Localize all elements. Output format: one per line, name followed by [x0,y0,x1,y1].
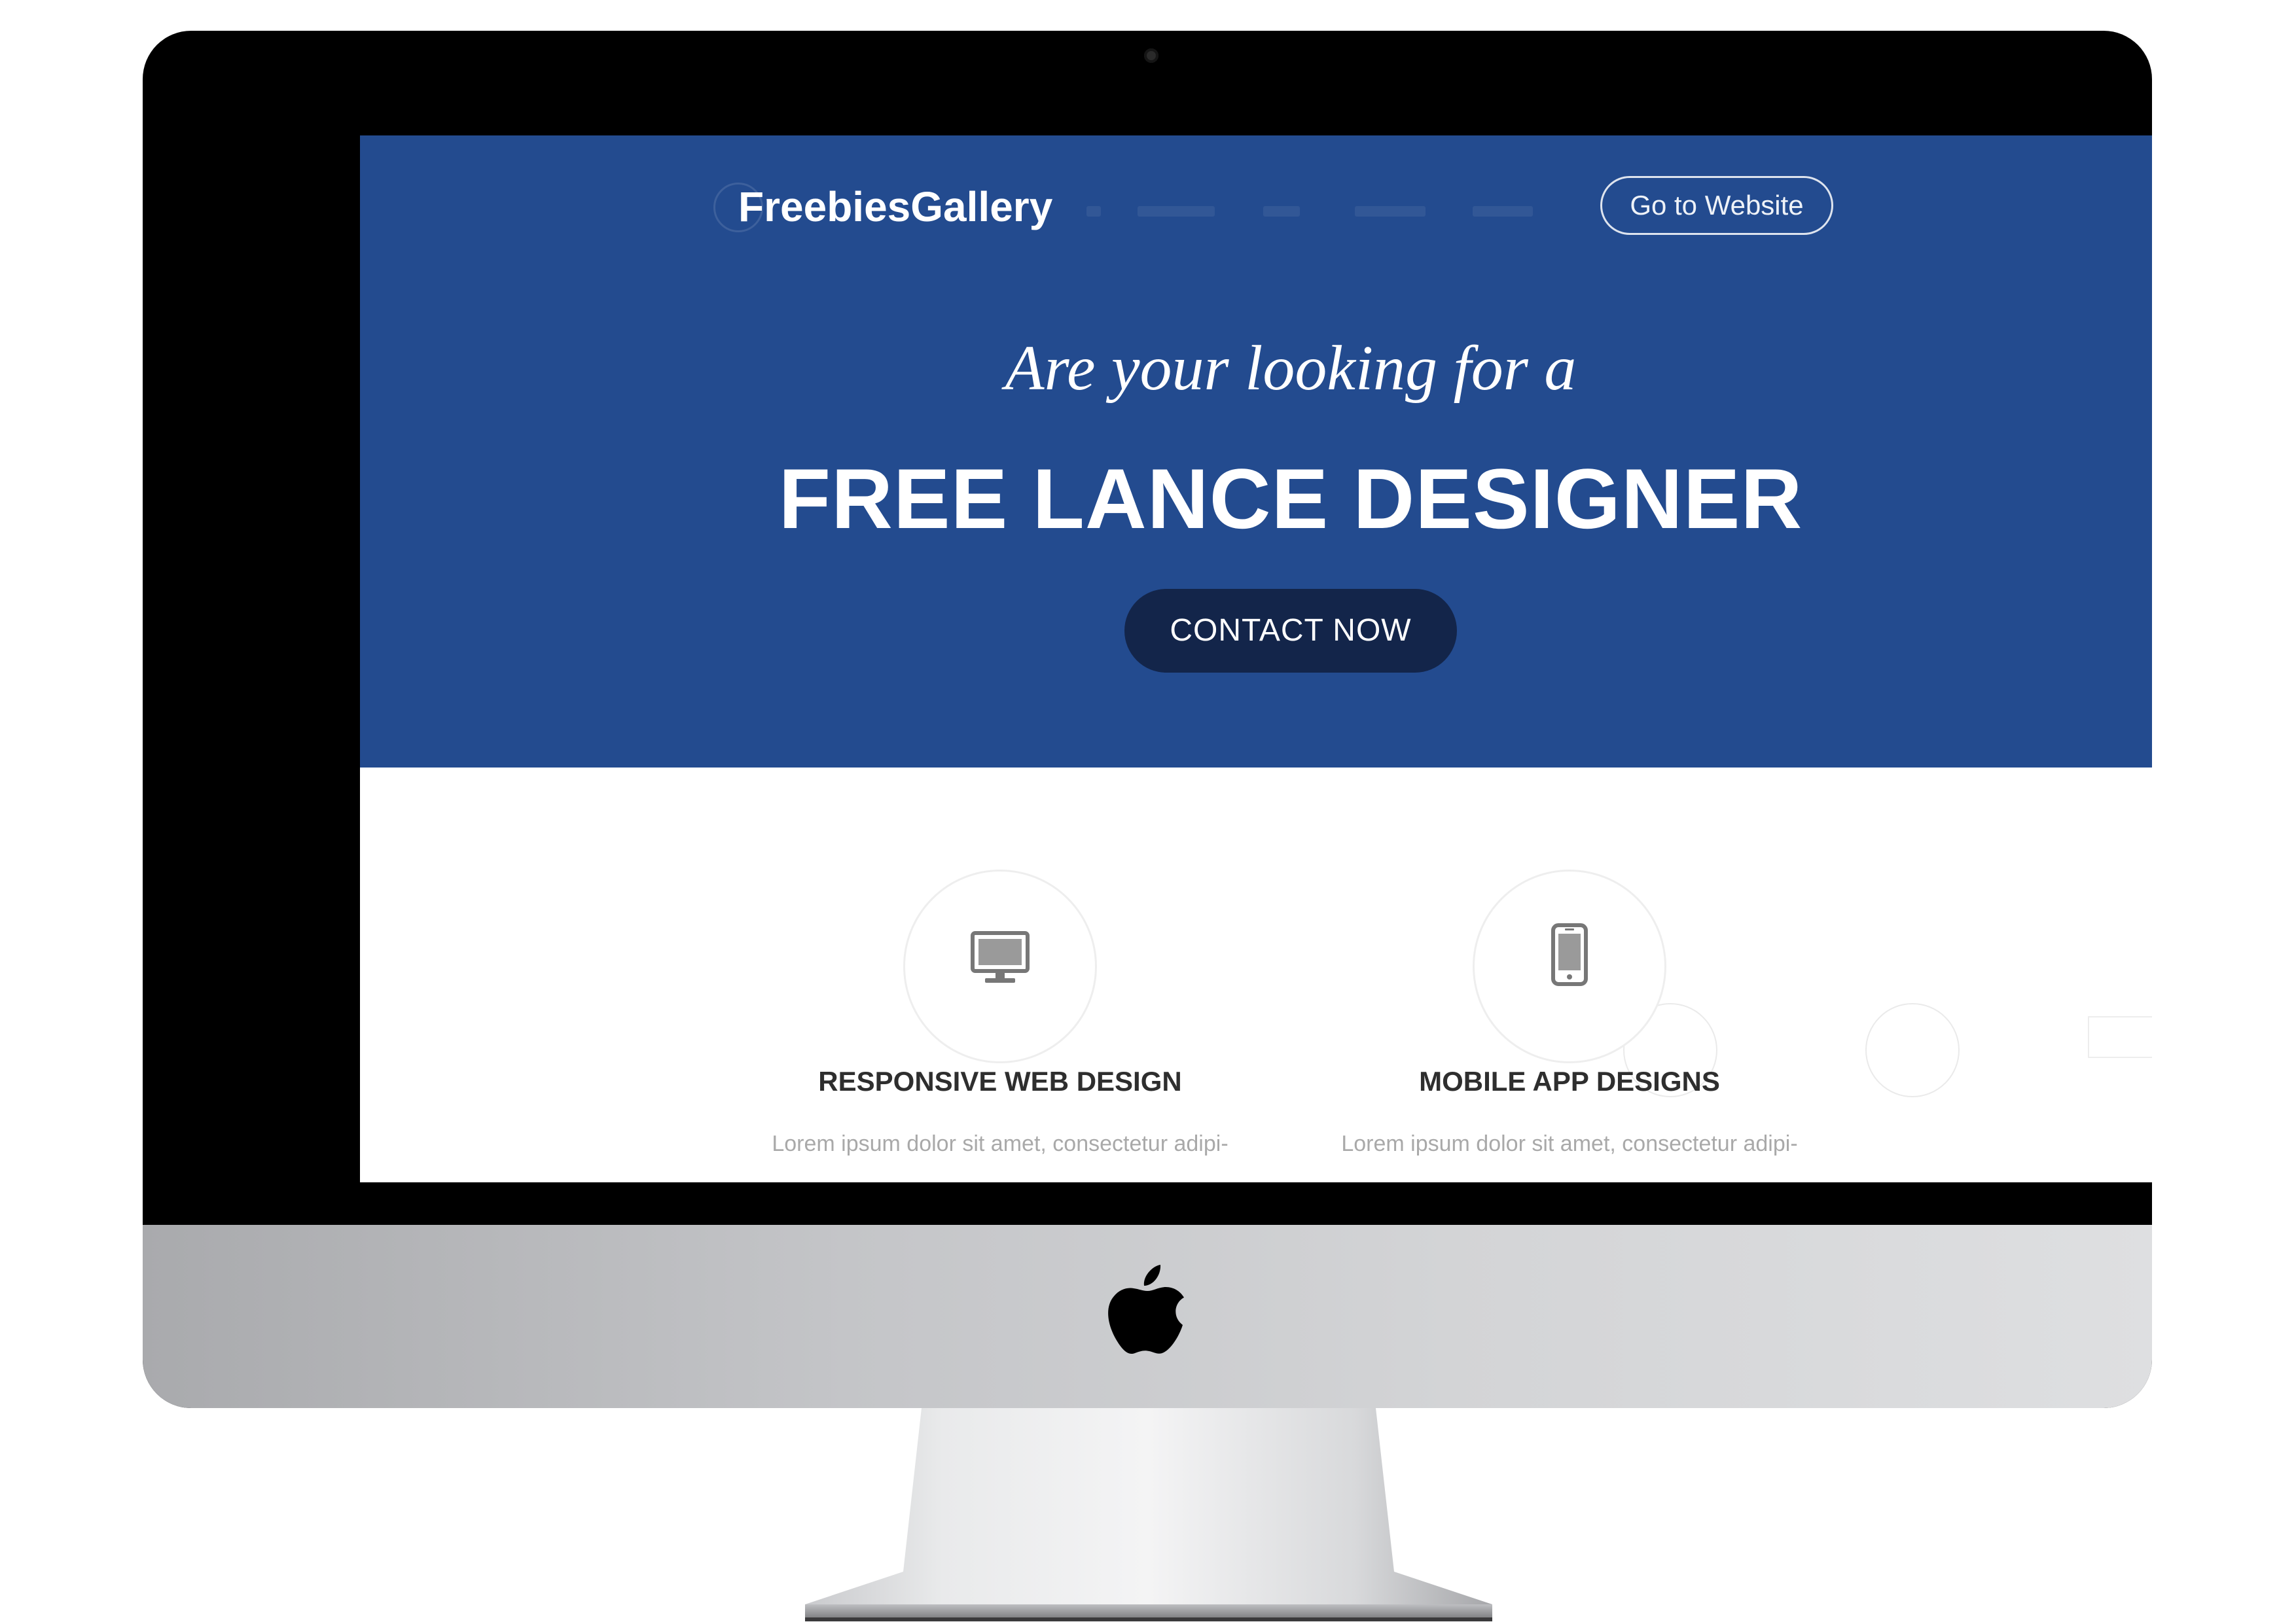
feature-title: RESPONSIVE WEB DESIGN [818,1066,1182,1097]
desktop-monitor-icon [971,931,1030,983]
nav-item-ghost [1473,206,1533,217]
ghost-box [2088,1016,2152,1058]
nav-item-ghost [1138,206,1215,217]
feature-title: MOBILE APP DESIGNS [1419,1066,1720,1097]
hero-tagline: Are your looking for a [1005,333,1577,404]
ghost-circle [1865,1003,1960,1097]
website-screen: FreebiesGallery Go to Website Are your l… [360,135,2152,1182]
go-to-website-button[interactable]: Go to Website [1600,176,1833,235]
nav-item-ghost [1355,206,1426,217]
feature-description: Lorem ipsum dolor sit amet, consectetur … [772,1131,1229,1156]
contact-now-button[interactable]: CONTACT NOW [1124,589,1457,673]
hero-section: FreebiesGallery Go to Website Are your l… [360,135,2152,768]
apple-logo-icon [1108,1265,1184,1354]
feature-description: Lorem ipsum dolor sit amet, consectetur … [1341,1131,1798,1156]
imac-frame: FreebiesGallery Go to Website Are your l… [143,31,2152,1408]
hero-headline: FREE LANCE DESIGNER [778,451,1803,546]
camera-icon [1144,48,1158,63]
nav-item-ghost [1086,206,1101,217]
brand-logo[interactable]: FreebiesGallery [738,183,1052,231]
features-section: RESPONSIVE WEB DESIGN Lorem ipsum dolor … [360,768,2152,1182]
imac-stand [805,1408,1492,1621]
nav-item-ghost [1263,206,1300,217]
smartphone-icon [1551,923,1588,986]
